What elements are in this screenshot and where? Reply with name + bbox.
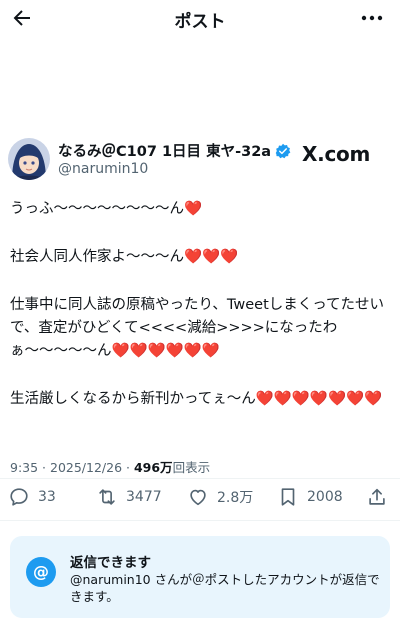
reply-button[interactable]: 33	[8, 486, 56, 508]
page-title: ポスト	[174, 12, 226, 32]
bookmark-button[interactable]: 2008	[277, 486, 343, 508]
tweet-paragraph: 仕事中に同人誌の原稿やったり、Tweetしまくってたせいで、査定がひどくて<<<…	[10, 297, 385, 359]
avatar[interactable]	[8, 138, 50, 180]
verified-badge-icon	[275, 143, 291, 158]
more-options-icon[interactable]	[360, 9, 384, 27]
reply-icon	[10, 488, 28, 506]
mention-icon: @	[26, 557, 56, 587]
name-row: なるみ＠C107 1日目 東ヤ-32a	[58, 140, 291, 161]
reply-restriction-description: @narumin10 さんが＠ポストしたアカウントが返信できます。	[70, 572, 380, 604]
reply-count: 33	[38, 489, 56, 505]
repost-button[interactable]: 3477	[96, 486, 162, 508]
top-bar: ポスト	[0, 0, 400, 36]
heart-icon	[190, 489, 206, 506]
tweet-text: うっふ〜〜〜〜〜〜〜〜ん❤️ 社会人同人作家よ〜〜〜ん❤️❤️❤️ 仕事中に同人…	[10, 198, 390, 411]
action-bar: 33 3477 2.8万 2008	[0, 486, 400, 512]
timestamp[interactable]: 9:35 · 2025/12/26 ·	[10, 460, 134, 475]
divider	[0, 478, 400, 479]
reply-restriction-title: 返信できます	[70, 555, 151, 571]
like-button[interactable]: 2.8万	[187, 486, 253, 508]
tweet-paragraph: 社会人同人作家よ〜〜〜ん❤️❤️❤️	[10, 249, 239, 265]
repost-icon	[99, 489, 115, 505]
divider	[0, 520, 400, 521]
bookmark-count: 2008	[307, 489, 343, 505]
bookmark-icon	[281, 488, 295, 506]
share-icon	[369, 488, 385, 505]
view-count: 496万	[133, 460, 173, 475]
view-label: 回表示	[172, 460, 211, 475]
repost-count: 3477	[126, 489, 162, 505]
share-button[interactable]	[366, 486, 396, 508]
reply-restriction-card: @ 返信できます @narumin10 さんが＠ポストしたアカウントが返信できま…	[10, 536, 390, 618]
like-count: 2.8万	[217, 490, 254, 506]
display-name[interactable]: なるみ＠C107 1日目 東ヤ-32a	[58, 140, 271, 161]
tweet-paragraph: 生活厳しくなるから新刊かってぇ〜ん❤️❤️❤️❤️❤️❤️❤️	[10, 391, 383, 407]
tweet-meta: 9:35 · 2025/12/26 · 496万回表示	[10, 457, 210, 476]
author-row: なるみ＠C107 1日目 東ヤ-32a @narumin10 X.com	[8, 138, 392, 182]
brand-watermark: X.com	[302, 142, 370, 166]
handle[interactable]: @narumin10	[58, 161, 148, 177]
tweet-paragraph: うっふ〜〜〜〜〜〜〜〜ん❤️	[10, 201, 203, 217]
